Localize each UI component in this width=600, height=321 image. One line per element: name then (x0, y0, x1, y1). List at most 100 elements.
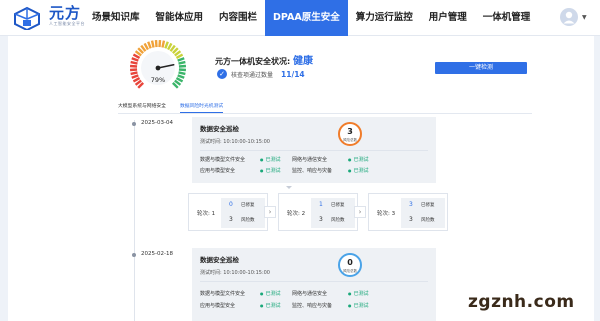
fixed-label: 已修复 (241, 203, 255, 208)
user-avatar[interactable] (560, 8, 578, 26)
nav-item-content-fence[interactable]: 内容围栏 (211, 0, 265, 36)
check-item-status: 已测试 (348, 302, 369, 309)
check-row: 数据与模型文件安全 已测试 网络与通信安全 已测试 (200, 156, 432, 166)
divider (200, 150, 428, 151)
risk-count: 0 (347, 258, 353, 267)
timeline-date: 2025-02-18 (141, 251, 173, 257)
round-card[interactable]: 轮次: 2 1 已修复 3 风险数 (278, 193, 358, 231)
check-row: 数据与模型文件安全 已测试 网络与通信安全 已测试 (200, 290, 432, 300)
nav-item-compute-monitor[interactable]: 算力运行监控 (348, 0, 421, 36)
nav-item-agents[interactable]: 智能体应用 (148, 0, 212, 36)
watermark: zgznh.com (468, 292, 575, 312)
nav-item-dpaa-security[interactable]: DPAA原生安全 (265, 0, 348, 36)
gauge-tick (178, 60, 186, 65)
check-item-name: 数据与模型文件安全 (200, 157, 246, 163)
one-click-detect-button[interactable]: 一键检测 (435, 62, 527, 74)
status-state: 健康 (293, 56, 313, 67)
risk-total-badge: 3 风险总数 (338, 122, 362, 146)
chevron-right-icon[interactable]: › (354, 206, 366, 218)
gauge-tick (175, 53, 184, 59)
check-item-name: 数据与模型文件安全 (200, 291, 246, 297)
brand-logo[interactable] (12, 6, 42, 30)
check-item-status: 已测试 (260, 302, 281, 309)
security-gauge: 79% (129, 39, 187, 89)
risk-label: 风险数 (421, 218, 435, 223)
check-row: 应用与模型安全 已测试 监控、响应与灾备 已测试 (200, 302, 432, 312)
gauge-tick (131, 57, 139, 62)
brand-subtitle: 人工智能安全平台 (49, 21, 85, 26)
gauge-tick (130, 71, 138, 76)
top-nav-bar: 元方 人工智能安全平台 场景知识库 智能体应用 内容围栏 DPAA原生安全 算力… (0, 0, 600, 36)
check-item-status: 已测试 (260, 167, 281, 174)
main-nav: 场景知识库 智能体应用 内容围栏 DPAA原生安全 算力运行监控 用户管理 一体… (84, 0, 538, 36)
round-stats: 1 已修复 3 风险数 (311, 198, 355, 228)
gauge-tick (150, 40, 155, 48)
risk-label: 风险总数 (343, 269, 357, 273)
tab-system-network-security[interactable]: 大模型系统与网络安全 (118, 101, 166, 113)
check-item-status: 已测试 (348, 156, 369, 163)
user-icon (563, 11, 575, 24)
fixed-label: 已修复 (421, 203, 435, 208)
risk-label: 风险数 (331, 218, 345, 223)
check-count: 11/14 (281, 69, 305, 79)
round-stats: 3 已修复 3 风险数 (401, 198, 445, 228)
check-item-name: 网络与通信安全 (292, 291, 328, 297)
round-card[interactable]: 轮次: 3 3 已修复 3 风险数 (368, 193, 448, 231)
gauge-tick (131, 74, 139, 79)
chevron-right-icon[interactable]: › (264, 206, 276, 218)
risk-count: 3 (347, 127, 353, 136)
round-card[interactable]: 轮次: 1 0 已修复 3 风险数 (188, 193, 268, 231)
round-label: 轮次: 3 (377, 211, 396, 217)
gauge-tick (143, 42, 149, 51)
tab-data-risk-time-machine[interactable]: 数据风险时光机测试 (179, 101, 224, 113)
gauge-tick (132, 53, 141, 59)
risk-label: 风险总数 (343, 138, 357, 142)
nav-item-knowledge[interactable]: 场景知识库 (84, 0, 148, 36)
expand-caret-icon (286, 186, 292, 189)
gauge-tick (175, 77, 184, 83)
risk-total-badge: 0 风险总数 (338, 253, 362, 277)
nav-item-appliance-management[interactable]: 一体机管理 (475, 0, 539, 36)
check-label: 核查项通过数量 (231, 71, 274, 79)
risk-label: 风险数 (241, 218, 255, 223)
check-item-status: 已测试 (348, 290, 369, 297)
round-label: 轮次: 1 (197, 211, 216, 217)
fixed-count: 0 (229, 201, 233, 208)
check-summary: ✓ 核查项通过数量 11/14 (217, 69, 305, 79)
record-title: 数据安全巡检 (200, 125, 239, 133)
gauge-tick (177, 57, 185, 62)
gauge-tick (177, 74, 185, 79)
sub-tabs: 大模型系统与网络安全 数据风险时光机测试 (118, 101, 532, 114)
fixed-label: 已修复 (331, 203, 345, 208)
status-prefix: 元方一体机安全状况: (215, 57, 291, 66)
check-item-name: 应用与模型安全 (200, 303, 236, 309)
inspection-record[interactable]: 数据安全巡检 测试时间: 10:10:00-10:15:00 0 风险总数 数据… (192, 248, 436, 321)
risk-count: 3 (409, 216, 413, 223)
brand-name: 元方 (49, 4, 82, 22)
gauge-tick (164, 41, 169, 49)
gauge-tick (147, 41, 152, 49)
gauge-tick (130, 60, 138, 65)
timeline-dot (132, 253, 136, 257)
logo-icon (14, 6, 40, 30)
record-time: 测试时间: 10:10:00-10:15:00 (200, 139, 270, 145)
record-title: 数据安全巡检 (200, 256, 239, 264)
record-time: 测试时间: 10:10:00-10:15:00 (200, 270, 270, 276)
gauge-tick (132, 77, 141, 83)
check-item-status: 已测试 (260, 156, 281, 163)
inspection-record[interactable]: 数据安全巡检 测试时间: 10:10:00-10:15:00 3 风险总数 数据… (192, 117, 436, 183)
check-item-name: 监控、响应与灾备 (292, 168, 333, 174)
divider (200, 281, 428, 282)
check-item-name: 网络与通信安全 (292, 157, 328, 163)
nav-item-user-management[interactable]: 用户管理 (421, 0, 475, 36)
fixed-count: 3 (409, 201, 413, 208)
chevron-down-icon[interactable]: ▼ (582, 14, 587, 21)
gauge-tick (161, 40, 166, 48)
round-label: 轮次: 2 (287, 211, 306, 217)
security-status: 元方一体机安全状况: 健康 (215, 52, 313, 67)
check-item-status: 已测试 (348, 167, 369, 174)
fixed-count: 1 (319, 201, 323, 208)
round-stats: 0 已修复 3 风险数 (221, 198, 265, 228)
timeline-date: 2025-03-04 (141, 120, 173, 126)
gauge-value: 79% (151, 76, 165, 84)
